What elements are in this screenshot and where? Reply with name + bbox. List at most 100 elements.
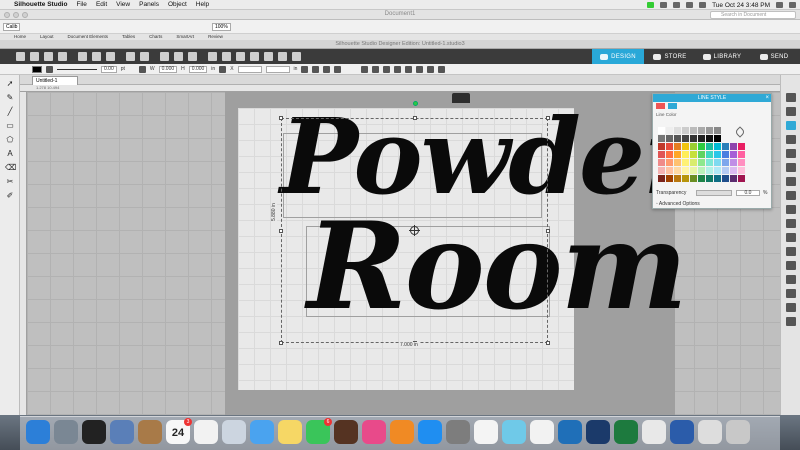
color-swatch[interactable] bbox=[730, 167, 737, 174]
facetime-icon[interactable]: 6 bbox=[306, 418, 332, 444]
color-swatch[interactable] bbox=[722, 175, 729, 182]
page-settings-icon[interactable] bbox=[786, 93, 796, 102]
print-icon[interactable] bbox=[58, 52, 67, 61]
resize-handle-br[interactable] bbox=[546, 341, 550, 345]
advanced-options-toggle[interactable]: ◦ Advanced Options bbox=[656, 201, 700, 207]
color-swatch[interactable] bbox=[730, 143, 737, 150]
line-tool-icon[interactable] bbox=[138, 65, 146, 73]
zoom-fit-icon[interactable] bbox=[250, 52, 259, 61]
resize-handle-t[interactable] bbox=[413, 116, 417, 120]
color-swatch[interactable] bbox=[682, 167, 689, 174]
rotate-handle-icon[interactable] bbox=[413, 101, 418, 106]
color-swatch[interactable] bbox=[730, 159, 737, 166]
color-swatch[interactable] bbox=[698, 159, 705, 166]
replicate-panel-icon[interactable] bbox=[786, 205, 796, 214]
menu-edit[interactable]: Edit bbox=[96, 1, 107, 8]
tab-library[interactable]: LIBRARY bbox=[696, 49, 748, 64]
app-store-icon[interactable] bbox=[418, 420, 442, 444]
ungroup-icon[interactable] bbox=[372, 65, 380, 73]
paste-icon[interactable] bbox=[106, 52, 115, 61]
volume-icon[interactable] bbox=[686, 2, 694, 8]
zoom-box[interactable]: 100% bbox=[212, 23, 231, 31]
text-tool-icon[interactable]: A bbox=[5, 149, 15, 158]
gradient-icon[interactable] bbox=[786, 149, 796, 158]
delete-icon[interactable] bbox=[188, 52, 197, 61]
fill-panel-icon[interactable] bbox=[786, 135, 796, 144]
trace-icon[interactable] bbox=[405, 65, 413, 73]
color-swatch[interactable] bbox=[706, 135, 713, 142]
app-menu[interactable]: Silhouette Studio bbox=[14, 1, 67, 8]
color-swatch[interactable] bbox=[674, 167, 681, 174]
excel-icon[interactable] bbox=[614, 420, 638, 444]
color-swatch[interactable] bbox=[698, 175, 705, 182]
color-swatch[interactable] bbox=[722, 135, 729, 142]
select-tool-icon[interactable]: ➚ bbox=[5, 79, 15, 88]
menu-object[interactable]: Object bbox=[168, 1, 187, 8]
system-preferences-icon[interactable] bbox=[446, 420, 470, 444]
modify-panel-icon[interactable] bbox=[786, 219, 796, 228]
notification-center-icon[interactable] bbox=[789, 2, 796, 8]
tab-store[interactable]: STORE bbox=[644, 49, 696, 64]
affinity-icon[interactable] bbox=[586, 420, 610, 444]
y-input[interactable] bbox=[265, 65, 290, 73]
select-all-icon[interactable] bbox=[160, 52, 169, 61]
cut-settings-icon[interactable] bbox=[786, 107, 796, 116]
photo-booth-icon[interactable] bbox=[82, 420, 106, 444]
color-swatch[interactable] bbox=[658, 167, 665, 174]
color-swatch[interactable] bbox=[698, 135, 705, 142]
knife-panel-icon[interactable] bbox=[786, 289, 796, 298]
color-swatch[interactable] bbox=[730, 135, 737, 142]
weld-icon[interactable] bbox=[438, 65, 446, 73]
color-swatch[interactable] bbox=[682, 127, 689, 134]
preview-icon[interactable] bbox=[110, 420, 134, 444]
eraser-tool-icon[interactable]: ⌫ bbox=[5, 163, 16, 172]
color-swatch[interactable] bbox=[658, 127, 665, 134]
iphone-icon[interactable] bbox=[698, 420, 722, 444]
color-swatch[interactable] bbox=[682, 159, 689, 166]
undo-icon[interactable] bbox=[126, 52, 135, 61]
doc-tab-untitled[interactable]: Untitled-1 bbox=[32, 76, 78, 85]
color-swatch[interactable] bbox=[674, 175, 681, 182]
transform-icon[interactable] bbox=[334, 65, 342, 73]
color-swatch[interactable] bbox=[722, 151, 729, 158]
compound-icon[interactable] bbox=[383, 65, 391, 73]
color-swatch[interactable] bbox=[682, 175, 689, 182]
fill-pattern-icon[interactable] bbox=[786, 163, 796, 172]
status-sync-icon[interactable] bbox=[660, 2, 668, 8]
transform-panel-icon[interactable] bbox=[786, 191, 796, 200]
color-swatch[interactable] bbox=[738, 151, 745, 158]
tab-design[interactable]: DESIGN bbox=[592, 49, 644, 64]
color-swatch[interactable] bbox=[682, 143, 689, 150]
cut-icon[interactable] bbox=[78, 52, 87, 61]
zoom-in-icon[interactable] bbox=[208, 52, 217, 61]
tab-send[interactable]: SEND bbox=[748, 49, 800, 64]
color-swatch[interactable] bbox=[706, 159, 713, 166]
launchpad-icon[interactable] bbox=[54, 420, 78, 444]
color-swatch[interactable] bbox=[706, 175, 713, 182]
color-swatch[interactable] bbox=[714, 159, 721, 166]
resize-handle-l[interactable] bbox=[279, 229, 283, 233]
color-swatch[interactable] bbox=[666, 135, 673, 142]
color-swatch[interactable] bbox=[682, 151, 689, 158]
text-style-icon[interactable] bbox=[786, 177, 796, 186]
color-swatch[interactable] bbox=[674, 135, 681, 142]
line-color-tab[interactable] bbox=[656, 103, 665, 109]
color-swatch[interactable] bbox=[730, 175, 737, 182]
wifi-icon[interactable] bbox=[673, 2, 681, 8]
quicktime-icon[interactable] bbox=[558, 420, 582, 444]
finder-icon[interactable] bbox=[26, 420, 50, 444]
photos-viewer-icon[interactable] bbox=[222, 420, 246, 444]
save-icon[interactable] bbox=[44, 52, 53, 61]
library-panel-icon[interactable] bbox=[786, 317, 796, 326]
color-swatch[interactable] bbox=[706, 167, 713, 174]
color-swatch[interactable] bbox=[690, 159, 697, 166]
open-icon[interactable] bbox=[30, 52, 39, 61]
resize-handle-r[interactable] bbox=[546, 229, 550, 233]
color-swatch[interactable] bbox=[698, 143, 705, 150]
notes-icon[interactable] bbox=[278, 420, 302, 444]
color-swatch[interactable] bbox=[658, 175, 665, 182]
photo-app-icon[interactable] bbox=[334, 420, 358, 444]
color-swatch[interactable] bbox=[706, 143, 713, 150]
color-swatch[interactable] bbox=[706, 151, 713, 158]
pan-icon[interactable] bbox=[278, 52, 287, 61]
